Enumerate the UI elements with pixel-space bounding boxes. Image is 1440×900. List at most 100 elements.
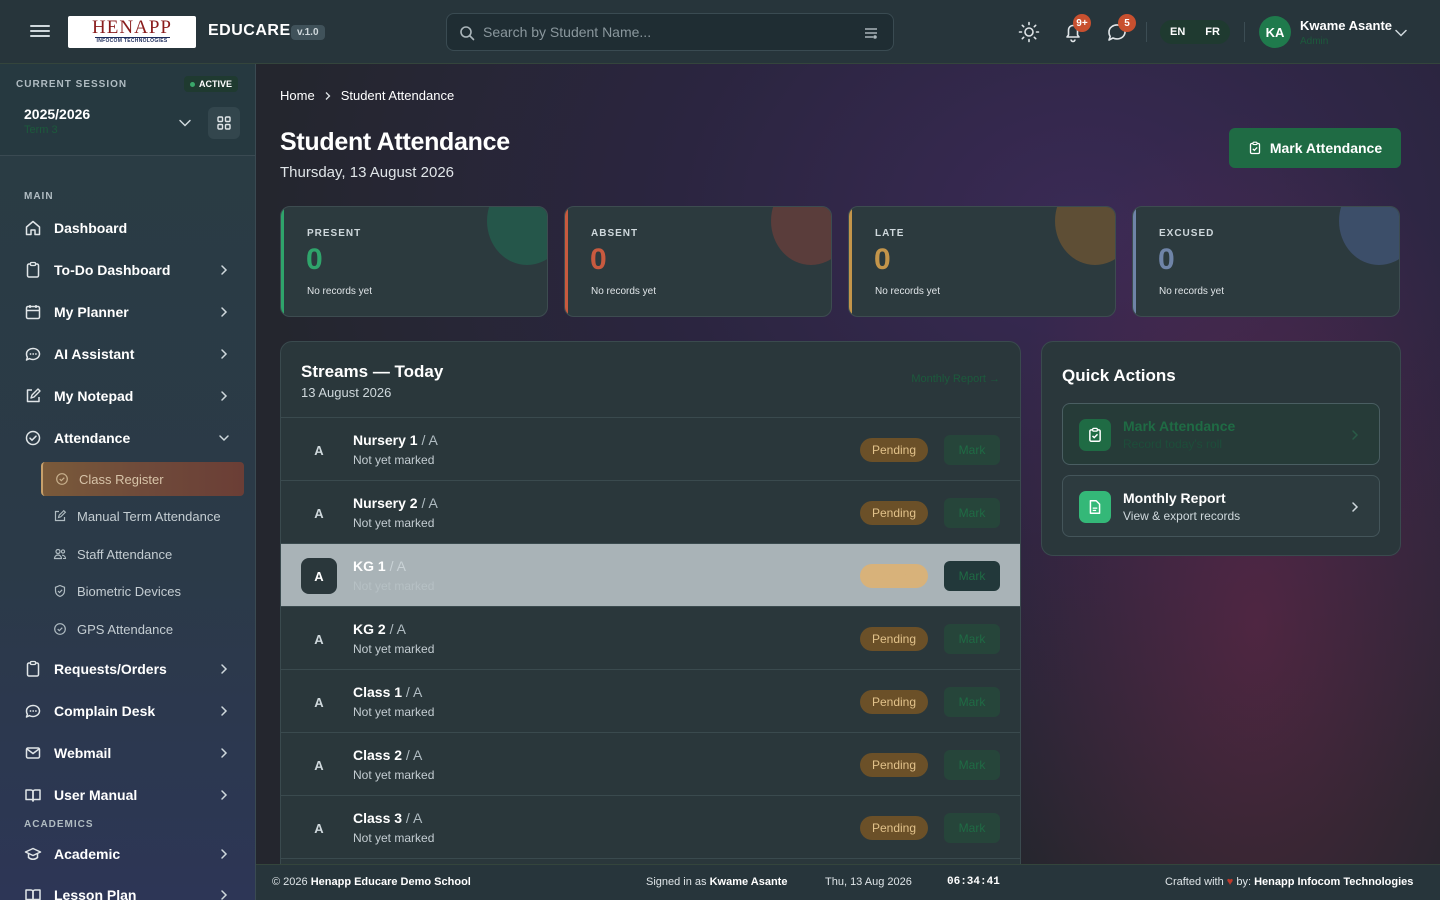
table-row[interactable]: A Class 3 / A Not yet marked Pending Mar… — [281, 795, 1020, 858]
sidebar-item-requests-orders[interactable]: Requests/Orders — [16, 651, 240, 687]
lang-en-option[interactable]: EN — [1170, 26, 1185, 38]
search-input[interactable] — [483, 14, 863, 50]
nav-section-academics: ACADEMICS — [24, 819, 94, 830]
stat-card-absent: ABSENT 0 No records yet — [564, 206, 832, 317]
stat-value-absent: 0 — [590, 243, 607, 276]
class-name: Class 1 — [353, 684, 403, 700]
class-name: Class 3 — [353, 810, 403, 826]
footer: © 2026 Henapp Educare Demo School Signed… — [256, 864, 1440, 900]
sidebar-subitem-manual-term-attendance[interactable]: Manual Term Attendance — [41, 499, 244, 533]
class-name: Class 2 — [353, 747, 403, 763]
sidebar-subitem-class-register[interactable]: Class Register — [41, 462, 244, 496]
stat-value-excused: 0 — [1158, 243, 1175, 276]
check-circle-icon — [25, 430, 41, 446]
footer-copyright: © 2026 Henapp Educare Demo School — [272, 876, 471, 888]
sidebar-item-todo-dashboard[interactable]: To-Do Dashboard — [16, 252, 240, 288]
stream-badge: A — [301, 558, 337, 594]
clipboard-icon — [26, 660, 40, 677]
edit-icon — [26, 388, 41, 403]
sidebar-item-ai-assistant[interactable]: AI Assistant — [16, 336, 240, 372]
mark-button[interactable]: Mark — [944, 435, 1000, 465]
chevron-right-icon — [1352, 502, 1359, 512]
sidebar-subitem-biometric-devices[interactable]: Biometric Devices — [41, 574, 244, 608]
table-row[interactable]: A Nursery 1 / A Not yet marked Pending M… — [281, 417, 1020, 480]
lang-fr-option[interactable]: FR — [1205, 26, 1220, 38]
theme-toggle-sun-icon[interactable] — [1017, 20, 1041, 44]
sidebar-item-my-planner[interactable]: My Planner — [16, 294, 240, 330]
heart-icon: ♥ — [1226, 876, 1234, 888]
mark-button[interactable]: Mark — [944, 624, 1000, 654]
chevron-down-icon[interactable] — [178, 116, 192, 130]
sidebar-item-my-notepad[interactable]: My Notepad — [16, 378, 240, 414]
quick-action-monthly-report[interactable]: Monthly Report View & export records — [1062, 475, 1380, 537]
status-badge: Pending — [860, 627, 928, 651]
filter-icon[interactable] — [863, 25, 879, 41]
row-status-text: Not yet marked — [353, 453, 435, 467]
table-row[interactable]: A Class 1 / A Not yet marked Pending Mar… — [281, 669, 1020, 732]
sidebar-subitem-staff-attendance[interactable]: Staff Attendance — [41, 537, 244, 571]
apps-grid-button[interactable] — [208, 107, 240, 139]
stat-card-excused: EXCUSED 0 No records yet — [1132, 206, 1400, 317]
menu-toggle-icon[interactable] — [28, 22, 52, 42]
session-year[interactable]: 2025/2026 — [24, 106, 90, 122]
sidebar-item-dashboard[interactable]: Dashboard — [16, 210, 240, 246]
messages-button[interactable]: 5 — [1105, 14, 1136, 44]
quick-action-mark-attendance[interactable]: Mark Attendance Record today's roll — [1062, 403, 1380, 465]
shield-check-icon — [54, 584, 66, 598]
class-name: Nursery 1 — [353, 432, 418, 448]
sidebar-subitem-gps-attendance[interactable]: GPS Attendance — [41, 612, 244, 646]
user-role: Admin — [1300, 36, 1329, 47]
sidebar-item-complain-desk[interactable]: Complain Desk — [16, 693, 240, 729]
clipboard-check-icon — [1249, 141, 1260, 155]
sidebar-item-webmail[interactable]: Webmail — [16, 735, 240, 771]
chevron-right-icon — [221, 307, 228, 317]
table-row[interactable]: A KG 2 / A Not yet marked Pending Mark — [281, 606, 1020, 669]
user-avatar[interactable]: KA — [1259, 16, 1291, 48]
sidebar-item-attendance[interactable]: Attendance — [16, 420, 240, 456]
stream-badge: A — [314, 757, 324, 773]
chevron-right-icon — [1352, 430, 1359, 440]
stream-name: A — [428, 432, 438, 448]
status-badge: Pending — [860, 438, 928, 462]
brand-name: EDUCARE — [208, 22, 291, 39]
breadcrumb-home-link[interactable]: Home — [280, 88, 315, 103]
class-name: KG 1 — [353, 558, 386, 574]
status-badge: Pending — [860, 690, 928, 714]
chevron-down-icon[interactable] — [1394, 26, 1408, 40]
mark-button[interactable]: Mark — [944, 687, 1000, 717]
chevron-right-icon — [221, 265, 228, 275]
sidebar-item-lesson-plan[interactable]: Lesson Plan — [16, 877, 240, 900]
document-icon — [1079, 491, 1111, 523]
language-switch: EN FR — [1160, 20, 1230, 44]
row-status-text: Not yet marked — [353, 768, 435, 782]
stream-badge: A — [314, 631, 324, 647]
table-row[interactable]: A KG 1 / A Not yet marked Pending Mark — [281, 543, 1020, 606]
row-status-text: Not yet marked — [353, 579, 435, 593]
page-title: Student Attendance — [280, 128, 510, 156]
search-icon — [460, 26, 475, 41]
streams-title: Streams — Today — [301, 362, 444, 381]
stream-name: A — [428, 495, 438, 511]
mark-button[interactable]: Mark — [944, 498, 1000, 528]
chat-bubble-icon — [25, 347, 41, 361]
row-status-text: Not yet marked — [353, 516, 435, 530]
graduation-cap-icon — [24, 847, 42, 861]
mark-button[interactable]: Mark — [944, 750, 1000, 780]
breadcrumb-current: Student Attendance — [340, 88, 455, 103]
row-status-text: Not yet marked — [353, 831, 435, 845]
notifications-button[interactable]: 9+ — [1061, 14, 1091, 44]
monthly-report-link[interactable]: Monthly Report → — [911, 373, 1000, 385]
footer-credit: Crafted with ♥ by: Henapp Infocom Techno… — [1165, 876, 1414, 888]
sidebar-item-user-manual[interactable]: User Manual — [16, 777, 240, 813]
home-icon — [25, 220, 41, 236]
top-bar: HENAPP INFOCOM TECHNOLOGIES EDUCARE v.1.… — [0, 0, 1440, 64]
mark-button[interactable]: Mark — [944, 561, 1000, 591]
mark-attendance-button[interactable]: Mark Attendance — [1229, 128, 1401, 168]
stat-card-present: PRESENT 0 No records yet — [280, 206, 548, 317]
sidebar-item-academic[interactable]: Academic — [16, 836, 240, 872]
mark-button[interactable]: Mark — [944, 813, 1000, 843]
table-row[interactable]: A Nursery 2 / A Not yet marked Pending M… — [281, 480, 1020, 543]
user-name[interactable]: Kwame Asante — [1300, 18, 1392, 33]
book-open-icon — [25, 889, 41, 900]
table-row[interactable]: A Class 2 / A Not yet marked Pending Mar… — [281, 732, 1020, 795]
